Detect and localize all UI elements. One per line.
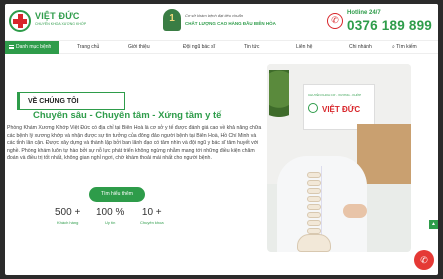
plant-decoration bbox=[269, 70, 289, 134]
spine-model-icon bbox=[297, 172, 331, 252]
search-label: Tìm kiếm bbox=[396, 44, 417, 50]
nav-item-about[interactable]: Giới thiệu bbox=[128, 41, 150, 54]
category-menu-button[interactable]: Danh mục bệnh bbox=[5, 41, 59, 54]
nav-item-home[interactable]: Trang chủ bbox=[77, 41, 99, 54]
hand bbox=[343, 204, 367, 218]
search-button[interactable]: ⌕ Tìm kiếm bbox=[392, 41, 417, 54]
about-slogan: Chuyên sâu - Chuyên tâm - Xứng tầm y tế bbox=[33, 110, 222, 121]
stat-value: 100 % bbox=[96, 207, 125, 218]
nav-item-doctors[interactable]: Đội ngũ bác sĩ bbox=[183, 41, 215, 54]
stat-label: Khách hàng bbox=[56, 220, 79, 225]
award-icon: 1 bbox=[163, 9, 181, 31]
clinic-photo: CHUYÊN KHOA CƠ - XƯƠNG - KHỚP VIỆT ĐỨC bbox=[267, 64, 411, 252]
about-heading-box: VỀ CHÚNG TÔI bbox=[17, 92, 125, 110]
about-description: Phòng Khám Xương Khớp Việt Đức có địa ch… bbox=[7, 125, 262, 162]
logo-icon[interactable] bbox=[9, 10, 31, 32]
award-line1: Cơ sở khám bệnh đạt tiêu chuẩn bbox=[185, 13, 243, 18]
nav-item-contact[interactable]: Liên hệ bbox=[296, 41, 312, 54]
brand-subtitle: CHUYÊN KHOA XƯƠNG KHỚP bbox=[35, 22, 87, 26]
stat-label: Chuyên khoa bbox=[140, 220, 164, 225]
sign-logo-icon bbox=[308, 103, 318, 113]
learn-more-button[interactable]: Tìm hiểu thêm bbox=[89, 187, 145, 202]
category-menu-label: Danh mục bệnh bbox=[16, 44, 52, 50]
hotline-number[interactable]: 0376 189 899 bbox=[347, 18, 432, 33]
stat-value: 10 + bbox=[141, 207, 162, 218]
stat-value: 500 + bbox=[55, 207, 81, 218]
stat-customers: 500 + Khách hàng bbox=[55, 207, 80, 225]
menu-icon bbox=[9, 44, 14, 49]
stat-label: Uy tín bbox=[104, 220, 116, 225]
stat-specialties: 10 + Chuyên khoa bbox=[140, 207, 164, 225]
brand[interactable]: VIỆT ĐỨC CHUYÊN KHOA XƯƠNG KHỚP bbox=[35, 11, 86, 26]
nav-item-news[interactable]: Tin tức bbox=[244, 41, 259, 54]
search-icon: ⌕ bbox=[392, 44, 395, 50]
sign-brand-text: VIỆT ĐỨC bbox=[322, 105, 361, 114]
hotline-label: Hotline 24/7 bbox=[347, 10, 381, 16]
site-header: VIỆT ĐỨC CHUYÊN KHOA XƯƠNG KHỚP 1 Cơ sở … bbox=[5, 4, 438, 40]
web-page: VIỆT ĐỨC CHUYÊN KHOA XƯƠNG KHỚP 1 Cơ sở … bbox=[5, 4, 438, 275]
stat-reputation: 100 % Uy tín bbox=[96, 207, 124, 225]
brand-name: VIỆT ĐỨC bbox=[35, 11, 80, 21]
phone-icon: ✆ bbox=[327, 13, 343, 29]
scroll-top-button[interactable]: ▲ bbox=[429, 220, 438, 229]
screen-frame: VIỆT ĐỨC CHUYÊN KHOA XƯƠNG KHỚP 1 Cơ sở … bbox=[0, 0, 443, 279]
about-heading: VỀ CHÚNG TÔI bbox=[28, 98, 79, 105]
award-line2: CHẤT LƯỢNG CAO HÀNG ĐẦU BIÊN HÒA bbox=[185, 21, 276, 26]
phone-call-fab[interactable]: ✆ bbox=[414, 250, 434, 270]
nav-item-branches[interactable]: Chi nhánh bbox=[349, 41, 372, 54]
main-nav: Danh mục bệnh Trang chủ Giới thiệu Đội n… bbox=[5, 40, 438, 54]
sign-top-text: CHUYÊN KHOA CƠ - XƯƠNG - KHỚP bbox=[308, 93, 362, 97]
